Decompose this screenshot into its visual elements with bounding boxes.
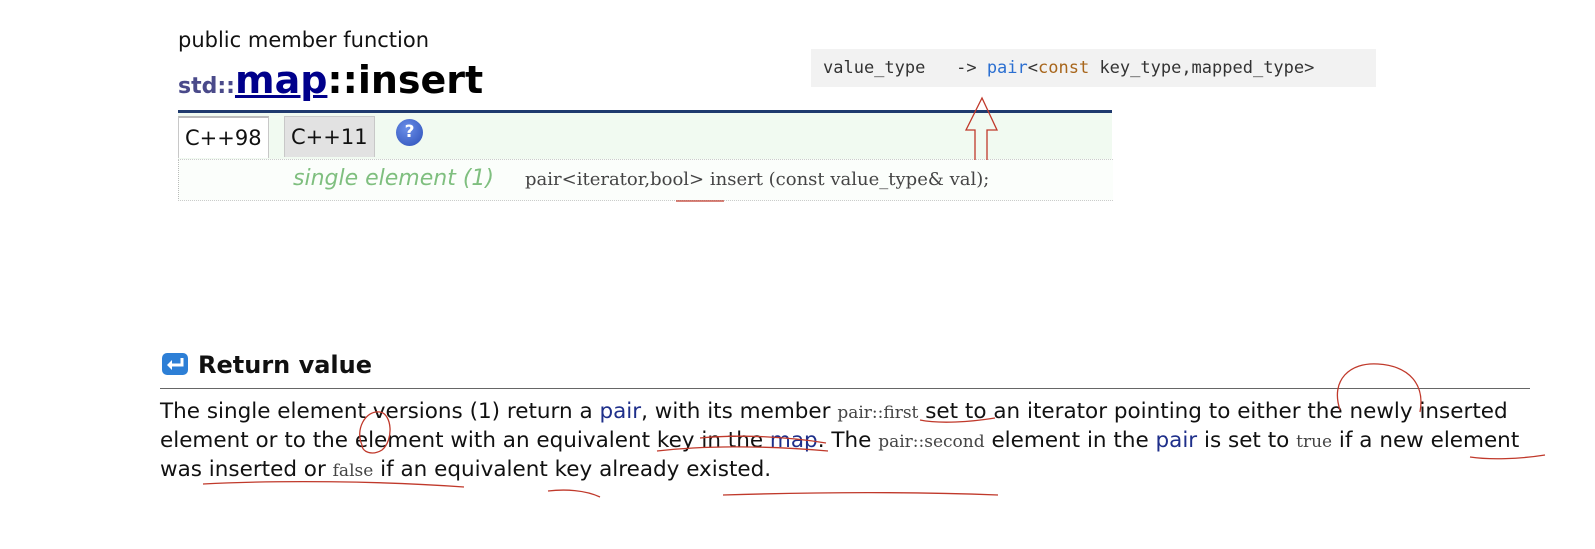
pair-link[interactable]: pair xyxy=(599,399,641,424)
title-namespace: std:: xyxy=(178,74,235,99)
title-class-link[interactable]: map xyxy=(235,58,327,102)
value-type-pair: pair xyxy=(986,58,1028,78)
value-type-lt: < xyxy=(1027,58,1039,78)
return-value-heading: Return value xyxy=(160,351,372,379)
code-pair-second: pair::second xyxy=(878,432,985,452)
desc-text: is set to xyxy=(1197,428,1297,453)
section-divider xyxy=(160,388,1530,389)
desc-text: if an equivalent key already existed. xyxy=(373,457,772,482)
desc-text: , with its member xyxy=(641,399,838,424)
pair-link[interactable]: pair xyxy=(1156,428,1198,453)
title-scope-separator: :: xyxy=(327,58,358,102)
underline-false xyxy=(547,489,601,498)
return-value-description: The single element versions (1) return a… xyxy=(160,398,1535,485)
underline-equivalent-key-existed xyxy=(722,492,999,496)
value-type-name: value_type xyxy=(823,58,926,78)
desc-text: The single element versions (1) return a xyxy=(160,399,600,424)
value-type-note: value_type -> pair<const key_type,mapped… xyxy=(811,49,1376,87)
title-method-name: insert xyxy=(357,58,484,102)
desc-text: element in the xyxy=(984,428,1156,453)
prototype-signature: pair<iterator,bool> insert (const value_… xyxy=(525,169,990,190)
return-arrow-icon xyxy=(162,353,188,375)
code-pair-first: pair::first xyxy=(837,403,919,423)
member-kind-label: public member function xyxy=(178,28,430,52)
code-true: true xyxy=(1296,432,1333,452)
desc-text: . The xyxy=(817,428,879,453)
prototype-label: single element (1) xyxy=(293,166,494,191)
value-type-const: const xyxy=(1038,58,1090,78)
tab-cpp11[interactable]: C++11 xyxy=(284,116,375,157)
return-value-title: Return value xyxy=(198,351,373,379)
value-type-arrow: -> xyxy=(956,58,977,78)
help-icon[interactable]: ? xyxy=(396,119,423,146)
page-title: std::map::insert xyxy=(178,58,483,102)
value-type-rest: key_type,mapped_type> xyxy=(1089,58,1315,78)
prototype-row: single element (1) pair<iterator,bool> i… xyxy=(178,159,1113,201)
tab-cpp98[interactable]: C++98 xyxy=(178,116,269,158)
standard-tab-bar: C++98 C++11 ? xyxy=(178,113,1112,159)
code-false: false xyxy=(332,461,374,481)
map-link[interactable]: map xyxy=(770,428,818,453)
value-type-code: value_type -> pair<const key_type,mapped… xyxy=(823,58,1314,78)
